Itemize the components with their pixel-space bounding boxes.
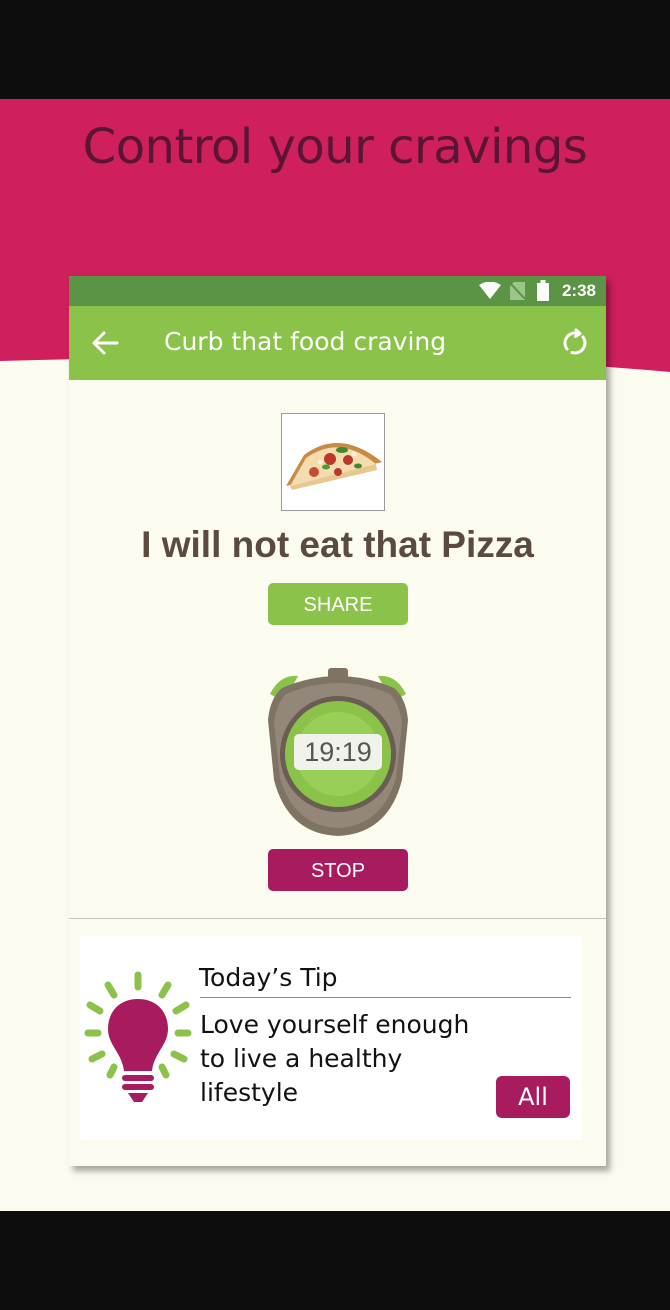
no-sim-icon (510, 282, 525, 300)
lightbulb-icon (84, 971, 192, 1102)
todays-tip-card: Today’s Tip Love yourself enough to live… (80, 936, 582, 1140)
pizza-slice-image (286, 443, 382, 490)
app-bar: Curb that food craving (69, 306, 606, 380)
share-button[interactable]: SHARE (268, 583, 408, 625)
headline: Control your cravings (82, 119, 588, 175)
pledge-text: I will not eat that Pizza (141, 524, 534, 565)
battery-icon (537, 280, 549, 301)
timer-display: 19:19 (294, 734, 382, 770)
all-tips-button[interactable]: All (496, 1076, 570, 1118)
bottom-letterbox (0, 1211, 670, 1310)
back-arrow-icon[interactable] (91, 330, 119, 356)
section-divider (69, 918, 606, 919)
promo-stage: Control your cravings 2:38 Curb that foo… (0, 99, 670, 1211)
top-letterbox (0, 0, 670, 99)
wifi-icon (479, 282, 501, 299)
app-bar-title: Curb that food craving (164, 327, 447, 356)
food-image-frame (281, 413, 385, 511)
tip-line: lifestyle (200, 1078, 299, 1107)
tip-line: Love yourself enough (200, 1010, 470, 1039)
tip-text: Love yourself enough to live a healthy l… (200, 1008, 490, 1110)
tip-line: to live a healthy (200, 1044, 403, 1073)
phone-screen: 2:38 Curb that food craving I will not e… (69, 276, 606, 1166)
refresh-icon[interactable] (560, 328, 590, 358)
status-time: 2:38 (561, 281, 596, 300)
tip-title: Today’s Tip (199, 963, 338, 992)
stop-button[interactable]: STOP (268, 849, 408, 891)
status-bar: 2:38 (69, 276, 606, 306)
tip-underline (200, 997, 571, 998)
